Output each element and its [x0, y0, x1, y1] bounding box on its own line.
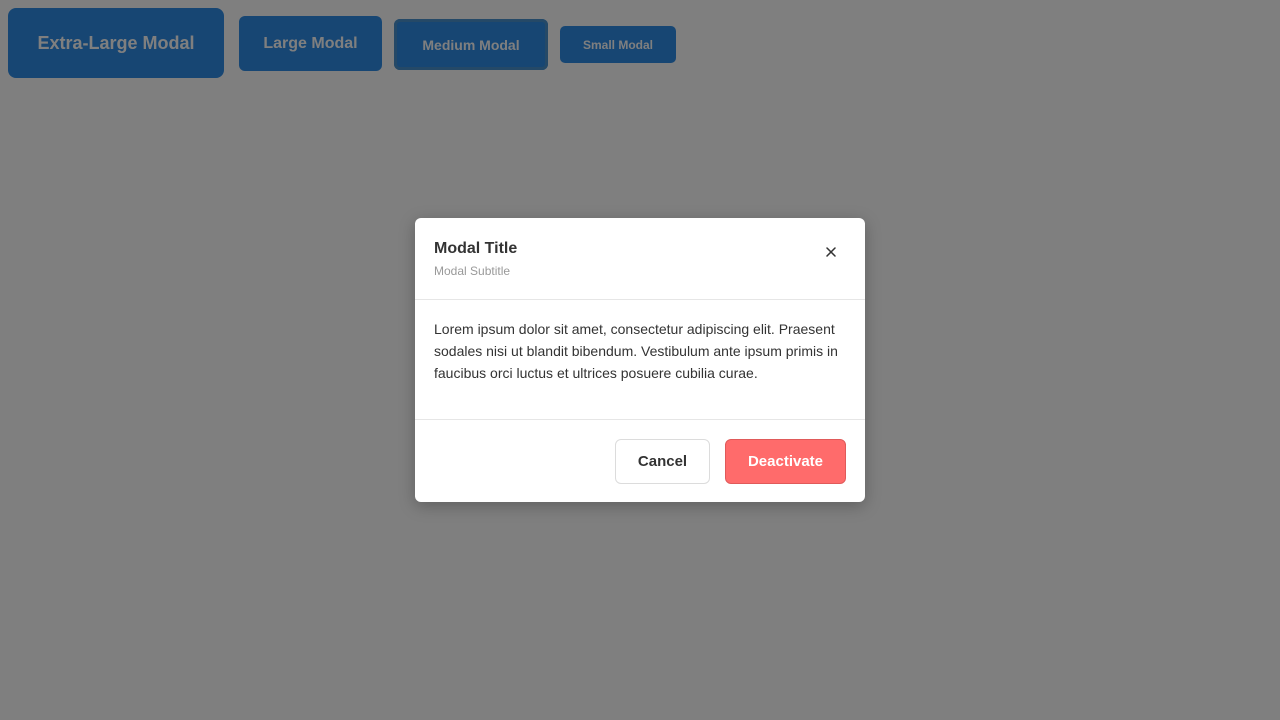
close-icon: [826, 247, 836, 257]
modal-subtitle: Modal Subtitle: [434, 264, 511, 278]
modal-header: Modal Title Modal Subtitle: [415, 218, 865, 300]
modal-footer: Cancel Deactivate: [415, 420, 865, 502]
modal-body-text: Lorem ipsum dolor sit amet, consectetur …: [434, 321, 838, 381]
modal-title: Modal Title: [434, 240, 518, 257]
close-button[interactable]: [817, 238, 845, 266]
deactivate-button[interactable]: Deactivate: [725, 439, 846, 484]
modal-body: Lorem ipsum dolor sit amet, consectetur …: [415, 300, 865, 420]
modal-dialog: Modal Title Modal Subtitle Lorem ipsum d…: [415, 218, 865, 502]
cancel-button[interactable]: Cancel: [615, 439, 710, 484]
